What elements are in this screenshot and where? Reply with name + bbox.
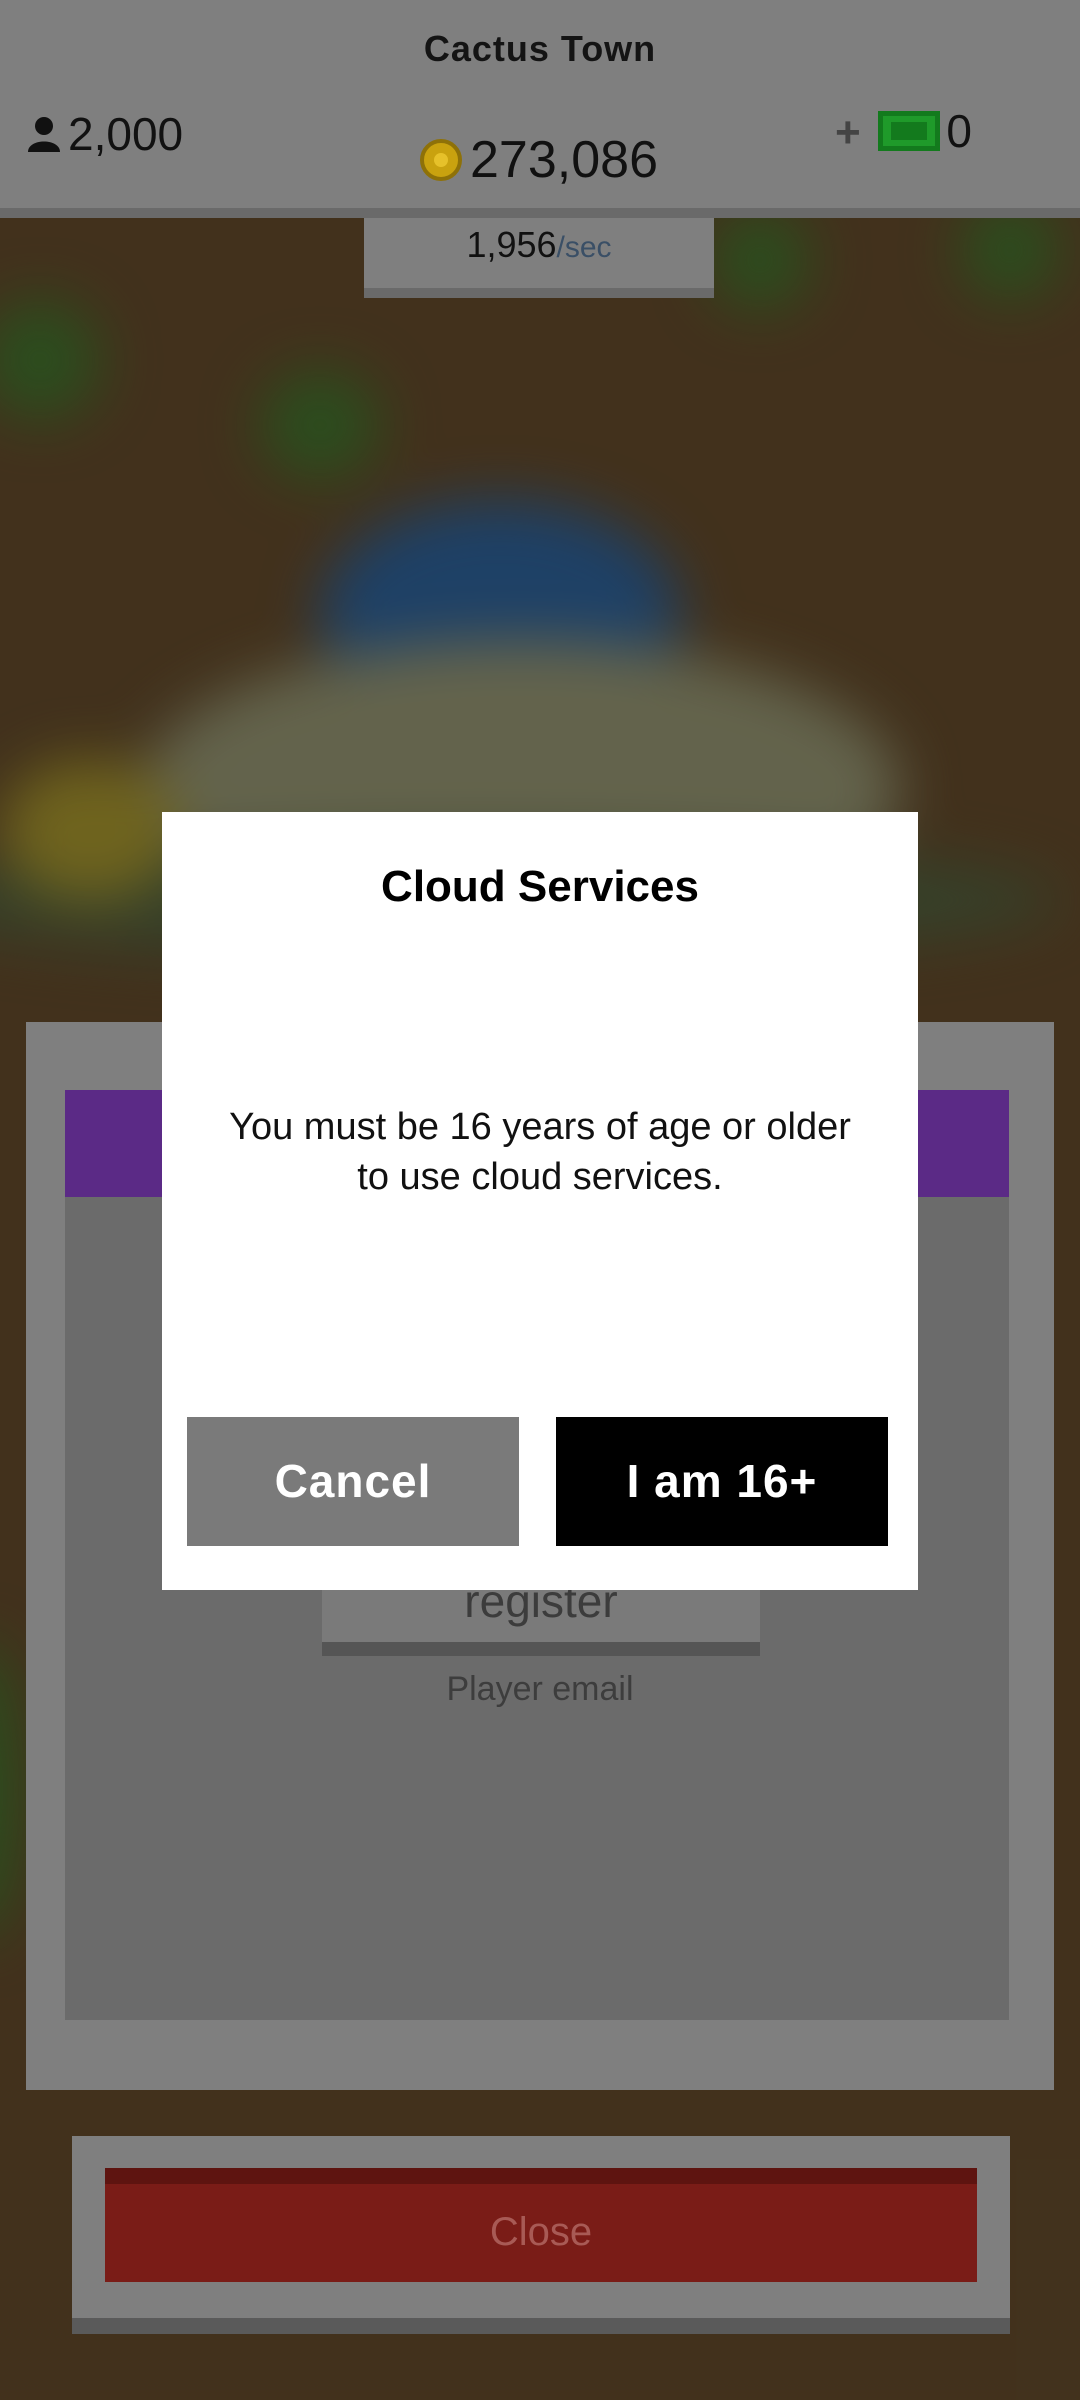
dialog-title: Cloud Services [381,862,699,911]
person-icon [28,117,60,152]
population-value: 2,000 [68,108,184,160]
dialog-message-line-2: to use cloud services. [357,1156,723,1198]
cash-counter[interactable]: 0 [878,104,972,158]
population-counter: 2,000 [26,104,183,164]
coin-icon [420,139,463,181]
coin-value: 273,086 [470,131,658,189]
dialog-message-line-1: You must be 16 years of age or older [229,1106,851,1148]
cloud-services-dialog: Cloud Services You must be 16 years of a… [162,812,918,1590]
cancel-button[interactable]: Cancel [187,1417,519,1546]
town-name: Cactus Town [423,28,657,69]
cash-icon [878,111,941,151]
confirm-age-button[interactable]: I am 16+ [556,1417,888,1546]
add-cash-button[interactable]: + [835,108,861,158]
dialog-message: You must be 16 years of age or older to … [202,1102,878,1202]
cash-value: 0 [946,105,972,157]
coin-counter: 273,086 [364,118,714,298]
player-email-label: Player email [446,1670,634,1708]
close-button[interactable]: Close [105,2168,977,2282]
